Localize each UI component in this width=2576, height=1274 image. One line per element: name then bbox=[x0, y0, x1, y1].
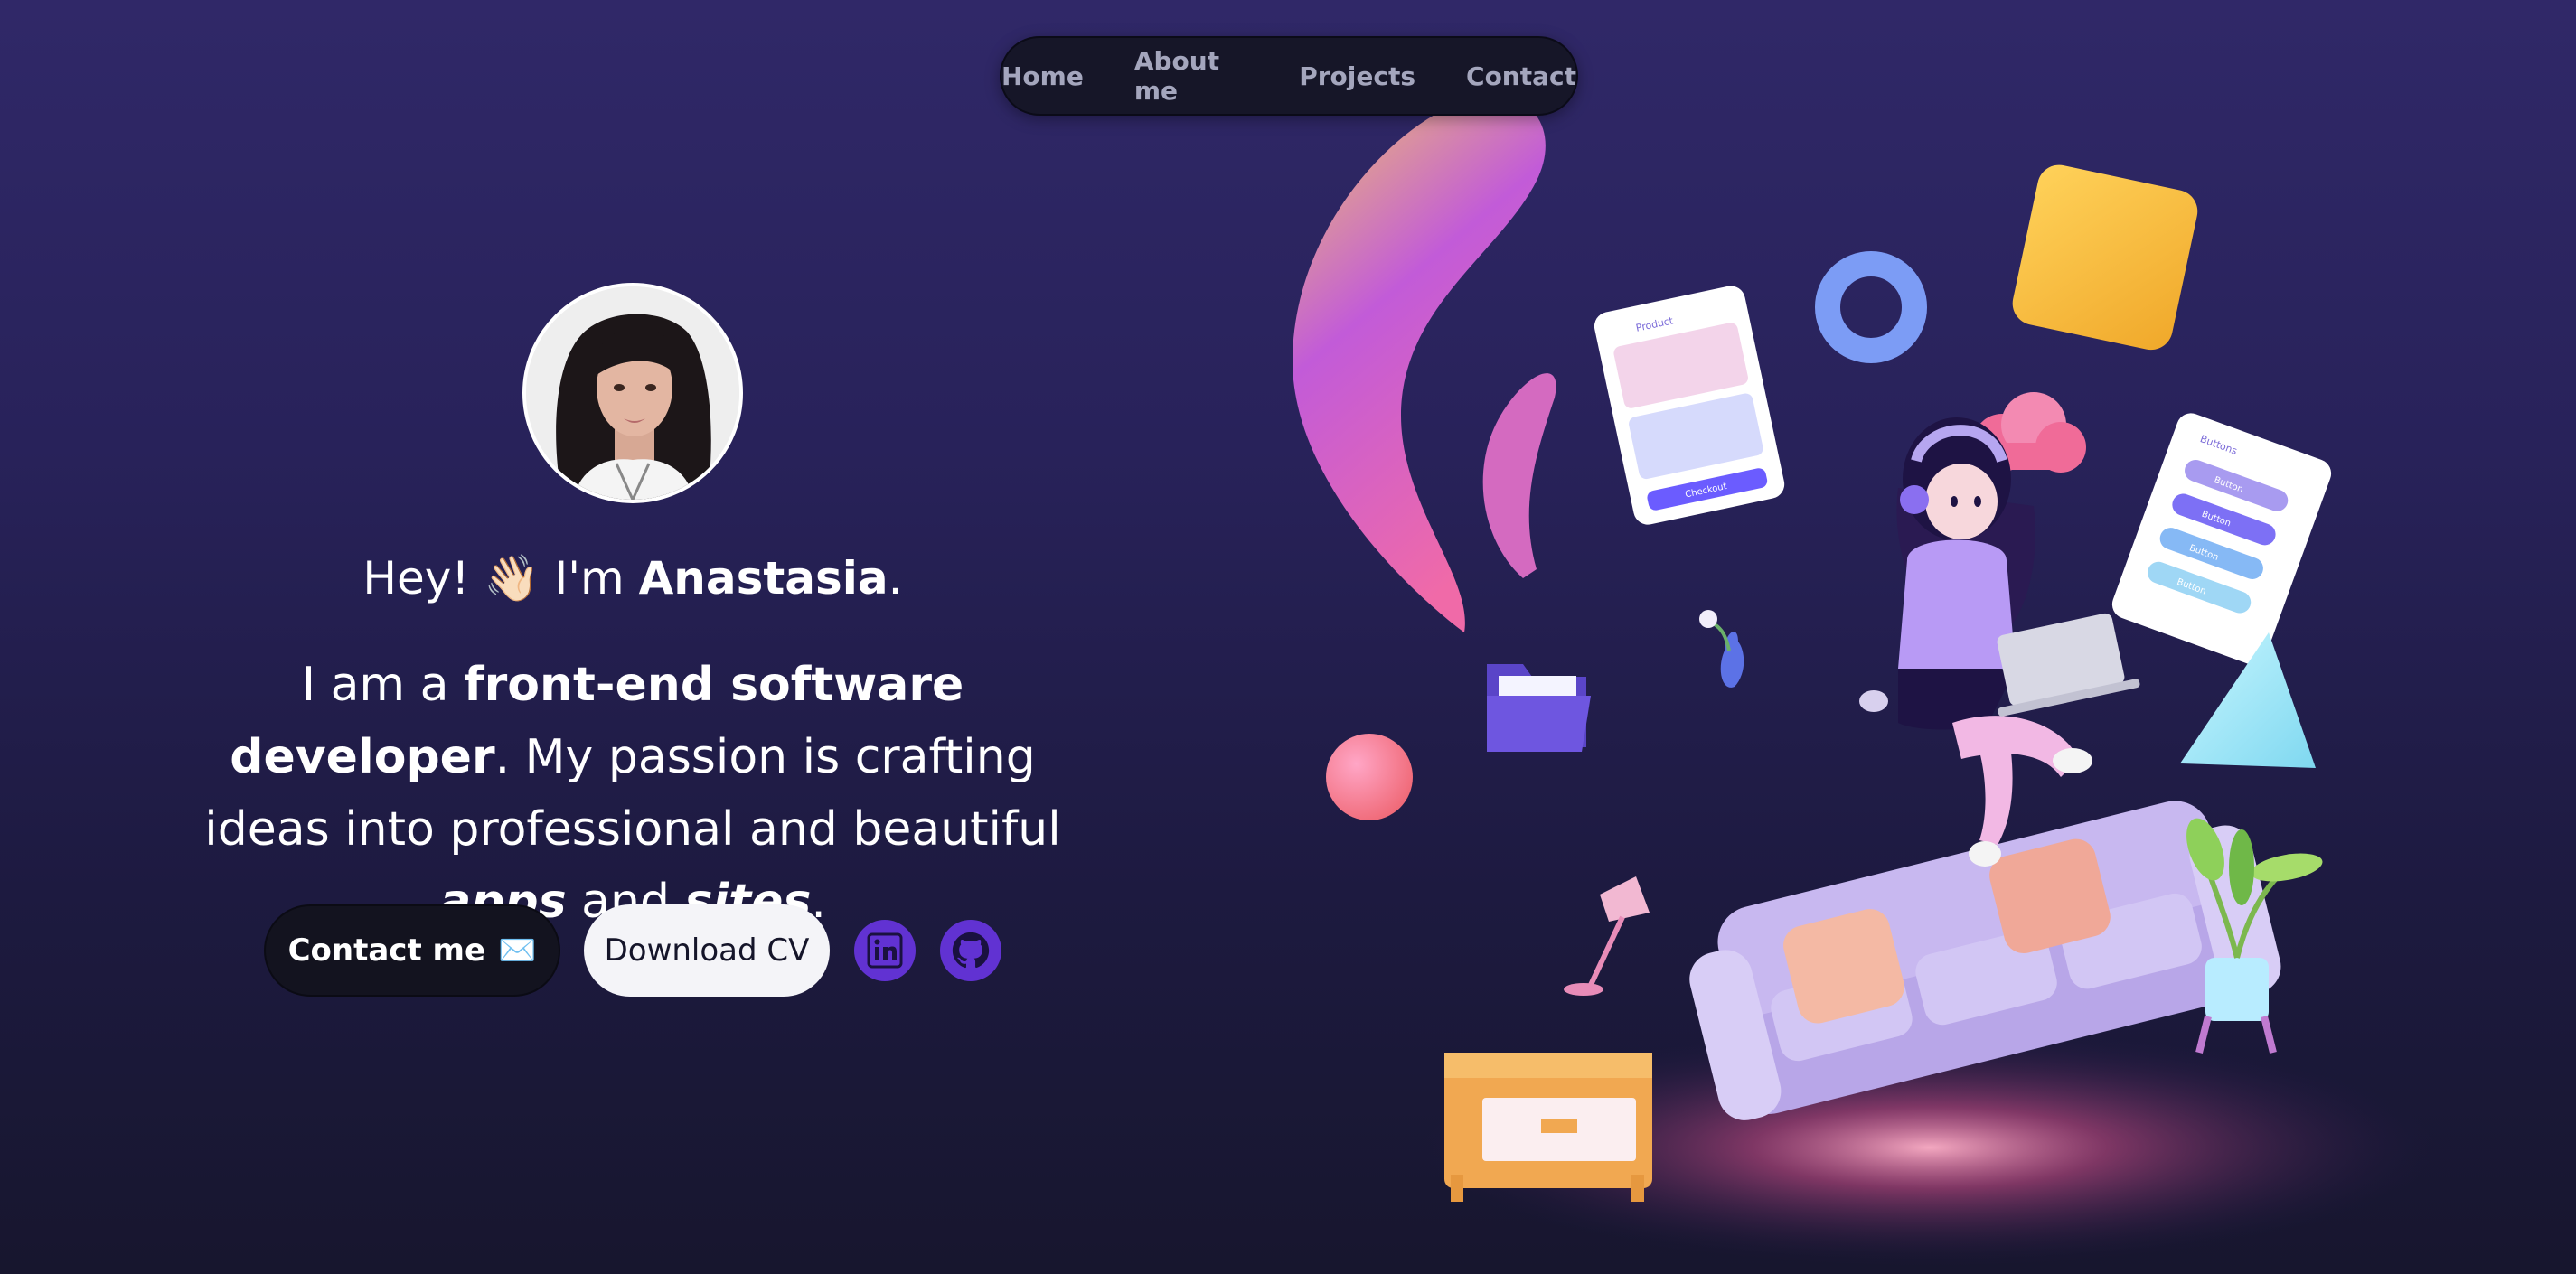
flower-vase-shape bbox=[1699, 610, 1744, 688]
hero-illustration: Product Checkout Buttons Button Button B… bbox=[1265, 0, 2576, 1274]
app-screen-buttons: Buttons Button Button Button Button bbox=[2111, 413, 2332, 665]
folder-icon bbox=[1487, 664, 1591, 752]
yellow-cube bbox=[2012, 164, 2198, 351]
blue-ring bbox=[1815, 251, 1927, 363]
avatar bbox=[522, 283, 743, 503]
nav-about-me[interactable]: About me bbox=[1134, 46, 1248, 106]
nav-home[interactable]: Home bbox=[1001, 61, 1084, 91]
github-link[interactable] bbox=[940, 920, 1001, 981]
avatar-portrait bbox=[526, 286, 739, 500]
linkedin-icon bbox=[867, 932, 903, 969]
lamp-shape bbox=[1564, 876, 1650, 996]
small-blob-shape bbox=[1482, 373, 1556, 578]
tagline: I am a front-end software developer. My … bbox=[163, 649, 1103, 938]
contact-me-button[interactable]: Contact me ✉️ bbox=[264, 904, 560, 997]
pink-sphere bbox=[1326, 734, 1413, 820]
greeting-heading: Hey! 👋🏻 I'm Anastasia. bbox=[0, 547, 1265, 610]
greeting-name: Anastasia bbox=[638, 552, 888, 604]
page: Home About me Projects Contact Hey! 👋🏻 I… bbox=[0, 0, 2576, 1274]
app-screen-product: Product Checkout bbox=[1594, 286, 1785, 525]
wave-emoji: 👋🏻 bbox=[484, 552, 541, 604]
nightstand-shape bbox=[1444, 1053, 1652, 1202]
character-figure bbox=[1859, 417, 2140, 867]
github-icon bbox=[952, 932, 990, 969]
greeting-im: I'm bbox=[554, 552, 625, 604]
nav-contact[interactable]: Contact bbox=[1466, 61, 1576, 91]
top-nav: Home About me Projects Contact bbox=[1000, 36, 1578, 116]
greeting-prefix: Hey! bbox=[362, 552, 470, 604]
hero-section: Hey! 👋🏻 I'm Anastasia. I am a front-end … bbox=[0, 0, 1265, 1274]
linkedin-link[interactable] bbox=[854, 920, 916, 981]
tagline-text-1: I am a bbox=[301, 658, 449, 712]
download-cv-button[interactable]: Download CV bbox=[584, 904, 830, 997]
greeting-end: . bbox=[888, 552, 903, 604]
nav-projects[interactable]: Projects bbox=[1299, 61, 1415, 91]
illustration-canvas: Product Checkout Buttons Button Button B… bbox=[1293, 97, 2436, 1265]
envelope-icon: ✉️ bbox=[498, 932, 537, 969]
contact-me-label: Contact me bbox=[287, 932, 486, 969]
download-cv-label: Download CV bbox=[604, 932, 810, 969]
